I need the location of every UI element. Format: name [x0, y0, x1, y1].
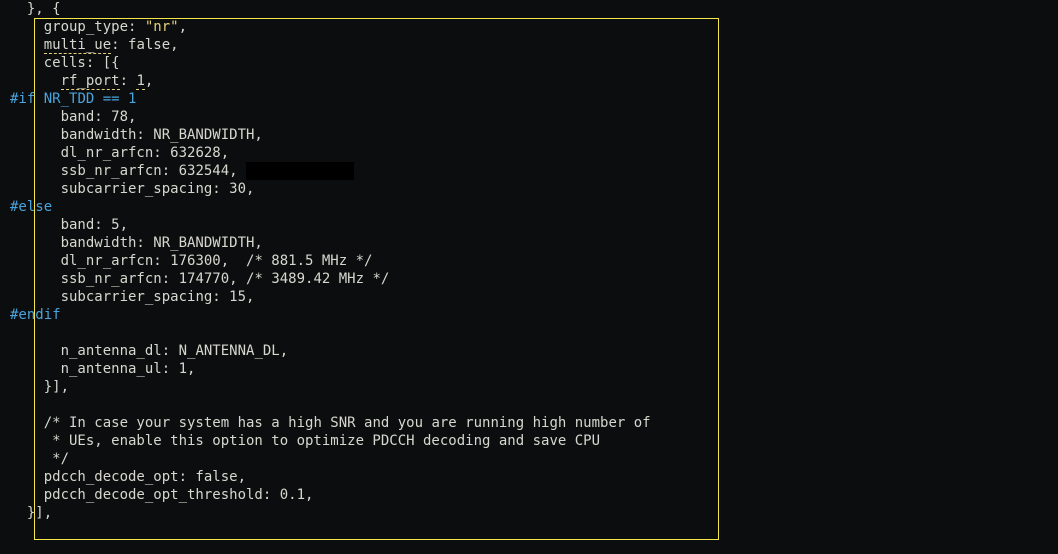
code-line: /* In case your system has a high SNR an… [10, 414, 651, 432]
code-line: n_antenna_dl: N_ANTENNA_DL, [10, 342, 651, 360]
code-line: }], [10, 378, 651, 396]
redaction-box [246, 162, 354, 180]
code-line: rf_port: 1, [10, 72, 651, 90]
code-line: ssb_nr_arfcn: 632544, [10, 162, 651, 180]
code-editor[interactable]: }, { group_type: "nr", multi_ue: false, … [0, 0, 1058, 554]
code-line: cells: [{ [10, 54, 651, 72]
code-line: }], [10, 504, 651, 522]
code-line: multi_ue: false, [10, 36, 651, 54]
code-line: dl_nr_arfcn: 176300, /* 881.5 MHz */ [10, 252, 651, 270]
code-line: pdcch_decode_opt_threshold: 0.1, [10, 486, 651, 504]
code-line: pdcch_decode_opt: false, [10, 468, 651, 486]
code-line: #endif [10, 306, 651, 324]
code-line: band: 5, [10, 216, 651, 234]
code-line: subcarrier_spacing: 30, [10, 180, 651, 198]
code-line: band: 78, [10, 108, 651, 126]
code-line: #if NR_TDD == 1 [10, 90, 651, 108]
code-line: bandwidth: NR_BANDWIDTH, [10, 126, 651, 144]
code-line: bandwidth: NR_BANDWIDTH, [10, 234, 651, 252]
code-line: * UEs, enable this option to optimize PD… [10, 432, 651, 450]
code-line [10, 324, 651, 342]
code-line: group_type: "nr", [10, 18, 651, 36]
code-area[interactable]: }, { group_type: "nr", multi_ue: false, … [0, 0, 651, 522]
code-line: */ [10, 450, 651, 468]
code-line: subcarrier_spacing: 15, [10, 288, 651, 306]
code-line [10, 396, 651, 414]
code-line: ssb_nr_arfcn: 174770, /* 3489.42 MHz */ [10, 270, 651, 288]
code-line: #else [10, 198, 651, 216]
code-line: }, { [10, 0, 651, 18]
code-line: n_antenna_ul: 1, [10, 360, 651, 378]
code-line: dl_nr_arfcn: 632628, [10, 144, 651, 162]
